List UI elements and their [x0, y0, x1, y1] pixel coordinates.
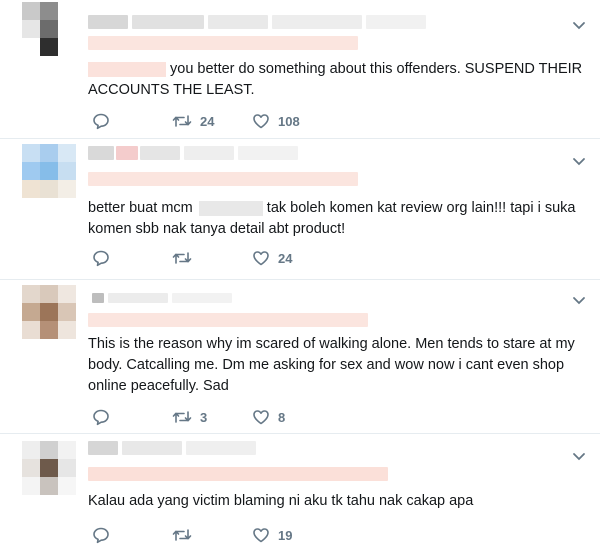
reply-icon — [92, 526, 110, 544]
author-header-redacted[interactable] — [88, 441, 448, 457]
heart-icon — [252, 112, 270, 130]
tweet-actions: 3 8 — [92, 407, 352, 427]
avatar[interactable] — [22, 441, 76, 495]
retweet-icon — [172, 249, 192, 267]
like-count: 8 — [278, 409, 286, 425]
avatar[interactable] — [22, 2, 76, 56]
retweet-button[interactable]: 24 — [172, 111, 214, 131]
avatar[interactable] — [22, 285, 76, 339]
retweet-icon — [172, 526, 192, 544]
tweet-text: you better do something about this offen… — [88, 61, 583, 98]
reply-button[interactable] — [92, 111, 110, 131]
mention-redacted[interactable] — [198, 200, 263, 216]
mention-redacted[interactable] — [88, 61, 166, 77]
tweet-text: better buat mcm tak boleh komen kat revi… — [88, 200, 576, 237]
tweet-text: This is the reason why im scared of walk… — [88, 336, 575, 394]
chevron-down-icon[interactable] — [572, 293, 586, 305]
author-header-redacted[interactable] — [88, 291, 448, 307]
retweet-button[interactable] — [172, 525, 200, 545]
reply-button[interactable] — [92, 407, 110, 427]
like-button[interactable]: 108 — [252, 111, 300, 131]
heart-icon — [252, 249, 270, 267]
chevron-down-icon[interactable] — [572, 18, 586, 30]
avatar[interactable] — [22, 144, 76, 198]
like-count: 19 — [278, 527, 293, 543]
tweet-actions: 19 — [92, 525, 352, 545]
tweet-actions: 24 — [92, 248, 352, 268]
replying-to-redacted[interactable] — [88, 313, 368, 327]
replying-to-redacted[interactable] — [88, 172, 358, 186]
like-button[interactable]: 24 — [252, 248, 292, 268]
tweet-3: This is the reason why im scared of walk… — [0, 279, 600, 434]
tweet-actions: 24 108 — [92, 111, 352, 131]
tweet-text: Kalau ada yang victim blaming ni aku tk … — [88, 493, 474, 509]
tweet-4: Kalau ada yang victim blaming ni aku tk … — [0, 433, 600, 549]
retweet-button[interactable] — [172, 248, 200, 268]
chevron-down-icon[interactable] — [572, 449, 586, 461]
reply-icon — [92, 112, 110, 130]
reply-button[interactable] — [92, 248, 110, 268]
like-count: 108 — [278, 113, 300, 129]
reply-icon — [92, 408, 110, 426]
tweet-1: you better do something about this offen… — [0, 0, 600, 139]
heart-icon — [252, 408, 270, 426]
author-header-redacted[interactable] — [88, 15, 528, 31]
retweet-icon — [172, 408, 192, 426]
chevron-down-icon[interactable] — [572, 154, 586, 166]
replying-to-redacted[interactable] — [88, 36, 358, 50]
retweet-count: 3 — [200, 409, 208, 425]
retweet-button[interactable]: 3 — [172, 407, 207, 427]
like-count: 24 — [278, 250, 293, 266]
retweet-icon — [172, 112, 192, 130]
like-button[interactable]: 19 — [252, 525, 292, 545]
reply-button[interactable] — [92, 525, 110, 545]
replying-to-redacted[interactable] — [88, 467, 388, 481]
author-header-redacted[interactable] — [88, 146, 448, 162]
heart-icon — [252, 526, 270, 544]
like-button[interactable]: 8 — [252, 407, 285, 427]
tweet-2: better buat mcm tak boleh komen kat revi… — [0, 138, 600, 280]
retweet-count: 24 — [200, 113, 215, 129]
reply-icon — [92, 249, 110, 267]
